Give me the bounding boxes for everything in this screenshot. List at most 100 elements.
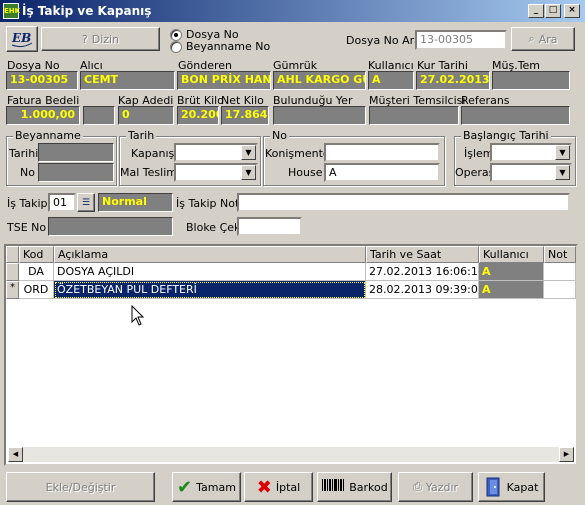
printer-icon: ⎙ xyxy=(412,480,422,493)
barkod-button[interactable]: Barkod xyxy=(317,472,392,502)
dosya-no-field: 13-00305 xyxy=(6,71,78,90)
cell-kullanici[interactable]: A xyxy=(479,263,544,281)
operas-combo[interactable]: ▼ xyxy=(490,163,572,182)
mouse-cursor-icon xyxy=(131,305,145,326)
brut-field: 20.200 xyxy=(177,106,219,125)
beyanname-group-title: Beyanname xyxy=(13,129,83,142)
status-field: Normal xyxy=(98,193,173,212)
cell-not[interactable] xyxy=(544,281,576,299)
istakip-not-label: İş Takip Not xyxy=(176,197,240,210)
cross-icon: ✖ xyxy=(256,476,272,498)
exit-door-icon xyxy=(486,477,500,497)
mus-tem-field xyxy=(492,71,570,90)
bloke-input[interactable] xyxy=(237,217,302,236)
mal-teslim-label: Mal Teslim xyxy=(120,166,177,179)
chevron-down-icon[interactable]: ▼ xyxy=(555,165,570,180)
kapat-button[interactable]: Kapat xyxy=(478,472,545,502)
col-kod[interactable]: Kod xyxy=(19,246,54,263)
beyanname-tarihi-label: Tarihi xyxy=(9,147,39,160)
tse-label: TSE No xyxy=(7,221,47,234)
chevron-down-icon[interactable]: ▼ xyxy=(241,165,256,180)
islem-combo[interactable]: ▼ xyxy=(490,143,572,162)
cell-not[interactable] xyxy=(544,263,576,281)
net-field: 17.864, xyxy=(221,106,269,125)
chevron-down-icon[interactable]: ▼ xyxy=(241,145,256,160)
search-label: Dosya No Ara xyxy=(346,34,421,47)
cell-tarih[interactable]: 27.02.2013 16:06:12 xyxy=(366,263,479,281)
konismento-input[interactable] xyxy=(324,143,440,162)
gumruk-field: AHL KARGO GÜ xyxy=(273,71,366,90)
mal-teslim-combo[interactable]: ▼ xyxy=(174,163,258,182)
scroll-right-icon[interactable]: ▶ xyxy=(559,447,574,462)
title-bar: EHK İş Takip ve Kapanış _ □ × xyxy=(0,0,585,22)
horizontal-scrollbar[interactable]: ◀ ▶ xyxy=(8,447,574,462)
barcode-icon xyxy=(322,479,345,491)
currency-field xyxy=(83,106,115,125)
events-grid[interactable]: Kod Açıklama Tarih ve Saat Kullanıcı Not… xyxy=(4,244,578,466)
ekle-degistir-button[interactable]: Ekle/Değiştir xyxy=(6,472,155,502)
search-icon: ⌕ xyxy=(528,32,535,45)
radio-beyanname-no[interactable] xyxy=(170,41,182,53)
alici-field: CEMT xyxy=(80,71,175,90)
col-kullanici[interactable]: Kullanıcı xyxy=(479,246,544,263)
eb-logo-icon: EB xyxy=(11,31,33,48)
logo-button[interactable]: EB xyxy=(6,26,38,52)
kapanis-label: Kapanış xyxy=(131,147,175,160)
cell-kod[interactable]: ORD xyxy=(19,281,54,299)
app-icon: EHK xyxy=(3,3,20,19)
tarih-group-title: Tarih xyxy=(126,129,157,142)
house-input[interactable]: A xyxy=(324,163,440,182)
svg-text:EB: EB xyxy=(11,31,31,45)
house-label: House xyxy=(288,166,323,179)
mus-temsil-field xyxy=(369,106,459,125)
bloke-label: Bloke Çek xyxy=(186,221,241,234)
col-aciklama[interactable]: Açıklama xyxy=(54,246,366,263)
istakip-not-input[interactable] xyxy=(237,193,570,212)
beyanname-no-label: No xyxy=(20,166,35,179)
close-button[interactable]: × xyxy=(564,4,580,18)
istakip-code-input[interactable]: 01 xyxy=(48,193,76,212)
scroll-left-icon[interactable]: ◀ xyxy=(8,447,23,462)
cell-aciklama[interactable]: DOSYA AÇILDI xyxy=(54,263,366,281)
cell-tarih[interactable]: 28.02.2013 09:39:00 xyxy=(366,281,479,299)
row-indicator: * xyxy=(6,281,19,299)
beyanname-no-field xyxy=(38,163,114,182)
lookup-button[interactable]: ☰ xyxy=(77,193,95,212)
radio-dosya-no[interactable] xyxy=(170,29,182,41)
kap-field: 0 xyxy=(118,106,174,125)
col-not[interactable]: Not xyxy=(544,246,576,263)
konismento-label: Konişmento xyxy=(265,147,330,160)
fatura-field: 1.000,00 xyxy=(6,106,80,125)
col-tarih[interactable]: Tarih ve Saat xyxy=(366,246,479,263)
kapanis-combo[interactable]: ▼ xyxy=(174,143,258,162)
tse-field xyxy=(48,217,173,236)
minimize-button[interactable]: _ xyxy=(528,4,544,18)
beyanname-tarihi-field xyxy=(38,143,114,162)
iptal-button[interactable]: ✖ İptal xyxy=(244,472,313,502)
dizin-button[interactable]: ? Dizin xyxy=(41,27,160,51)
referans-field xyxy=(461,106,570,125)
checkmark-icon: ✔ xyxy=(177,476,193,498)
row-indicator xyxy=(6,263,19,281)
grid-indicator-header xyxy=(6,246,19,263)
no-group-title: No xyxy=(270,129,289,142)
radio-beyanname-label: Beyanname No xyxy=(186,40,271,53)
yazdir-button[interactable]: ⎙ Yazdır xyxy=(398,472,473,502)
search-input[interactable]: 13-00305 xyxy=(415,30,507,50)
folder-icon: ? xyxy=(81,32,88,46)
maximize-button[interactable]: □ xyxy=(545,4,561,18)
window-title: İş Takip ve Kapanış xyxy=(22,4,152,18)
tamam-button[interactable]: ✔ Tamam xyxy=(172,472,241,502)
ara-button[interactable]: ⌕ Ara xyxy=(511,27,575,51)
kur-tarihi-field: 27.02.2013 xyxy=(416,71,490,90)
cell-aciklama[interactable]: ÖZETBEYAN PUL DEFTERİ xyxy=(54,281,366,299)
istakip-label: İş Takip xyxy=(7,197,48,210)
gonderen-field: BON PRİX HAN xyxy=(177,71,271,90)
yer-field xyxy=(273,106,366,125)
list-icon: ☰ xyxy=(81,197,91,208)
cell-kod[interactable]: DA xyxy=(19,263,54,281)
baslangic-group-title: Başlangıç Tarihi xyxy=(461,129,551,142)
cell-kullanici[interactable]: A xyxy=(479,281,544,299)
kullanici-field: A xyxy=(368,71,414,90)
chevron-down-icon[interactable]: ▼ xyxy=(555,145,570,160)
